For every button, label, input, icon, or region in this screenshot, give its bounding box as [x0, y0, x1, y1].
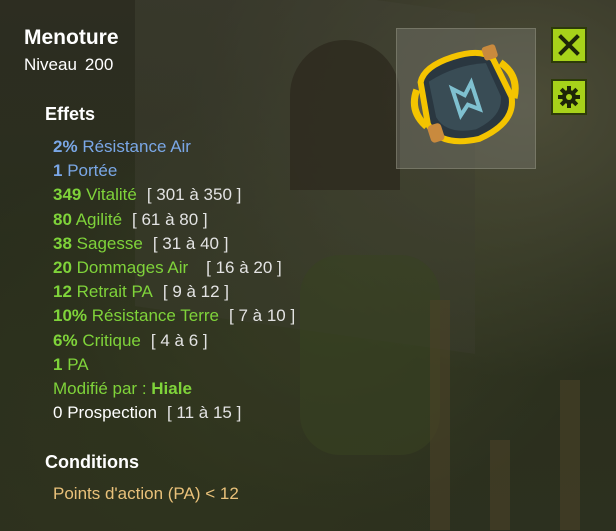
effects-heading: Effets [45, 104, 96, 124]
close-icon [558, 34, 580, 56]
item-level-value: 200 [84, 55, 114, 74]
effect-line: 20 Dommages Air[ 16 à 20 ] [53, 257, 282, 277]
item-tooltip-panel: Menoture Niveau 200 Effets 2% Résistance … [0, 0, 616, 531]
effect-line: 38 Sagesse[ 31 à 40 ] [53, 233, 229, 253]
effect-line: 349 Vitalité[ 301 à 350 ] [53, 185, 242, 205]
item-name: Menoture [24, 26, 119, 49]
effect-line: 10% Résistance Terre[ 7 à 10 ] [53, 306, 296, 326]
effects-list: 2% Résistance Air 1 Portée 349 Vitalité[… [53, 135, 295, 425]
modified-by-line: Modifié par : Hiale [53, 378, 192, 398]
effect-line: 1 Portée [53, 161, 118, 181]
item-level: Niveau 200 [24, 55, 113, 75]
effect-line: 2% Résistance Air [53, 137, 191, 156]
item-level-label: Niveau [24, 55, 77, 74]
armor-breastplate-icon [410, 44, 519, 145]
conditions-heading: Conditions [45, 452, 139, 472]
effect-line: 6% Critique[ 4 à 6 ] [53, 330, 208, 350]
gear-icon [558, 86, 580, 108]
effect-line: 12 Retrait PA[ 9 à 12 ] [53, 282, 230, 302]
effect-line: 80 Agilité[ 61 à 80 ] [53, 209, 208, 229]
settings-button[interactable] [551, 79, 587, 115]
condition-text: Points d'action (PA) < 12 [53, 484, 239, 503]
close-button[interactable] [551, 27, 587, 63]
effect-line-prospection: 0 Prospection[ 11 à 15 ] [53, 403, 242, 423]
item-icon-frame [396, 28, 536, 169]
effect-line: 1 PA [53, 354, 89, 374]
